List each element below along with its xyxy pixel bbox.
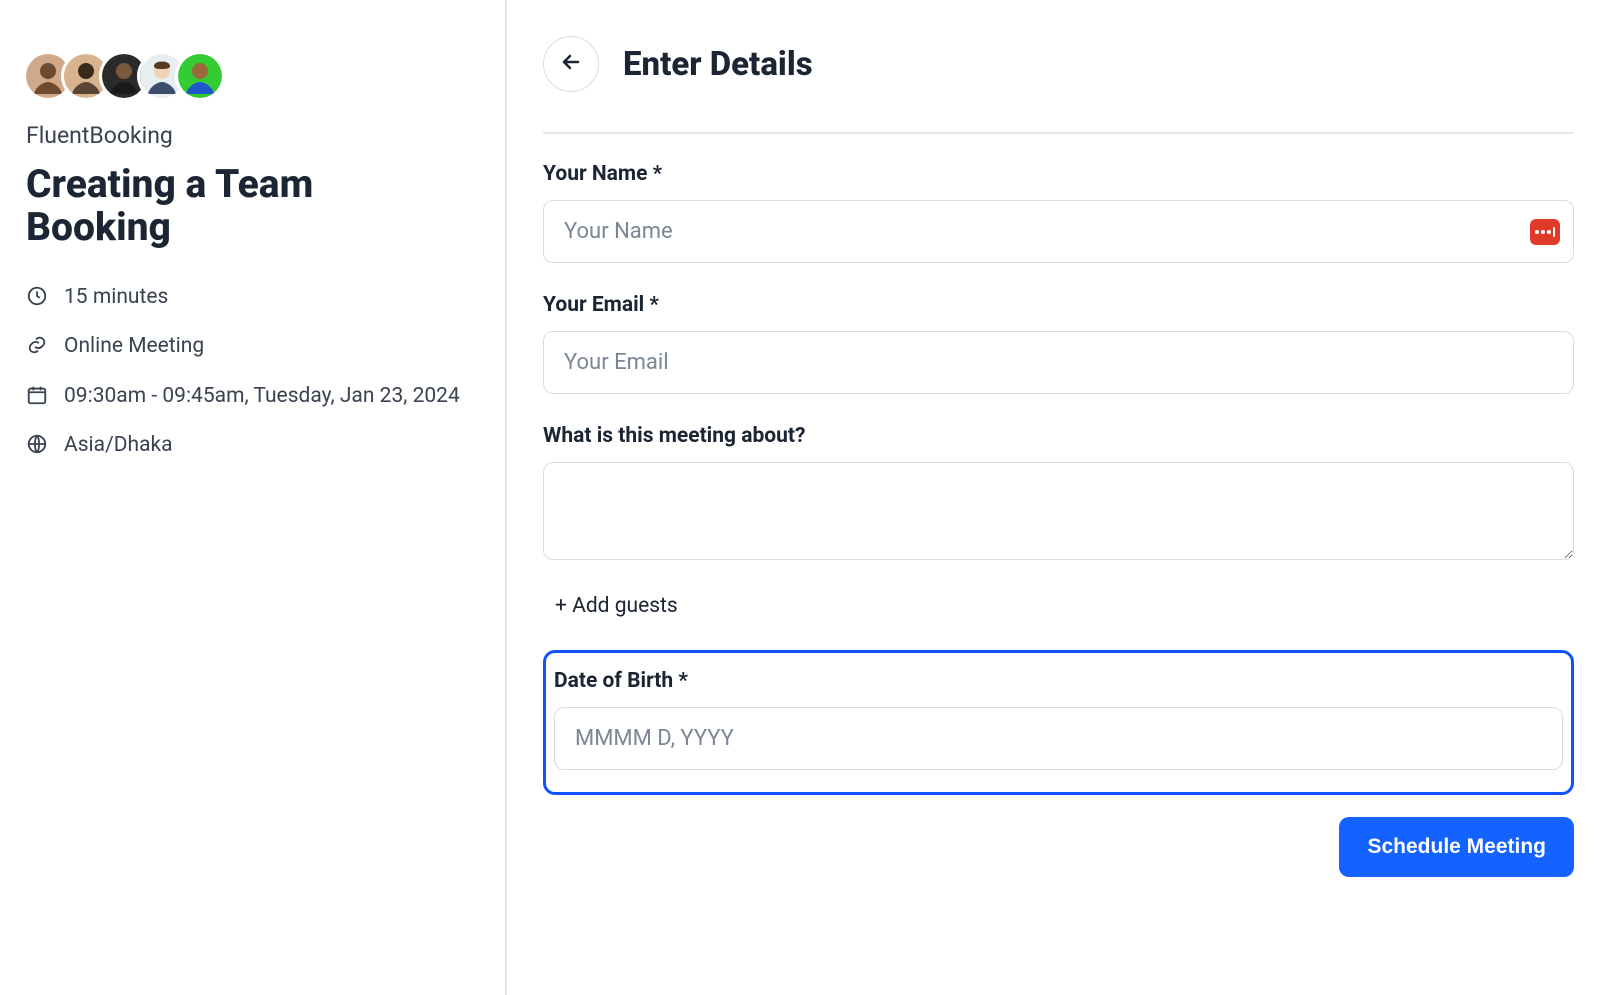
team-avatars [26,54,467,98]
timezone-text: Asia/Dhaka [64,431,173,460]
calendar-icon [26,384,48,406]
name-input[interactable] [543,200,1574,263]
name-label: Your Name * [543,162,1574,186]
divider [543,132,1574,134]
email-input[interactable] [543,331,1574,394]
location-row: Online Meeting [26,332,467,361]
email-label: Your Email * [543,293,1574,317]
password-autofill-badge[interactable] [1530,219,1560,245]
schedule-meeting-button[interactable]: Schedule Meeting [1339,817,1574,877]
globe-icon [26,433,48,455]
dob-label: Date of Birth * [554,669,1563,693]
topic-label: What is this meeting about? [543,424,1574,448]
organization-name: FluentBooking [26,122,467,149]
form-heading: Enter Details [623,45,813,84]
topic-textarea[interactable] [543,462,1574,560]
booking-title: Creating a Team Booking [26,163,467,249]
datetime-text: 09:30am - 09:45am, Tuesday, Jan 23, 2024 [64,382,460,411]
datetime-row: 09:30am - 09:45am, Tuesday, Jan 23, 2024 [26,382,467,411]
avatar [178,54,222,98]
timezone-row: Asia/Dhaka [26,431,467,460]
dob-input[interactable] [554,707,1563,770]
arrow-left-icon [559,50,583,78]
duration-row: 15 minutes [26,283,467,312]
duration-text: 15 minutes [64,283,168,312]
dob-field-highlight: Date of Birth * [543,650,1574,795]
location-text: Online Meeting [64,332,204,361]
link-icon [26,334,48,356]
back-button[interactable] [543,36,599,92]
clock-icon [26,285,48,307]
add-guests-link[interactable]: + Add guests [555,594,1574,618]
